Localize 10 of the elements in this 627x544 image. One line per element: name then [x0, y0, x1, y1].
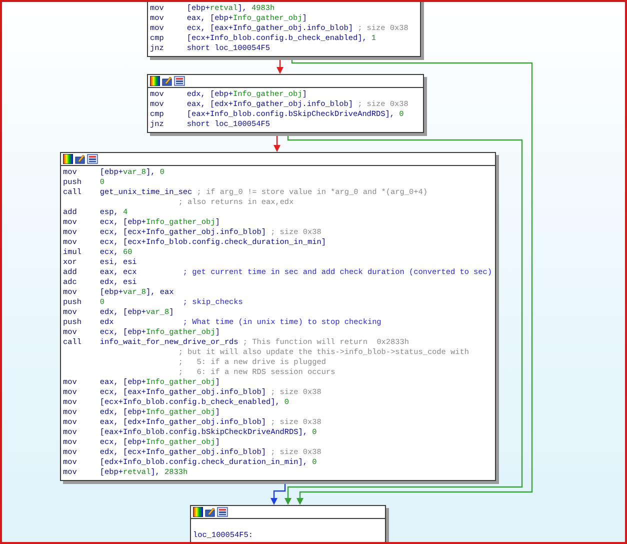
graph-view-icon[interactable]	[87, 154, 98, 164]
pencil-chart-icon[interactable]	[162, 76, 172, 86]
graph-view-icon[interactable]	[217, 507, 228, 517]
color-gradient-icon[interactable]	[193, 507, 203, 517]
pencil-chart-icon[interactable]	[75, 154, 85, 164]
flow-arrow	[276, 57, 284, 74]
color-gradient-icon[interactable]	[63, 154, 73, 164]
graph-view-icon[interactable]	[174, 76, 185, 86]
color-gradient-icon[interactable]	[150, 76, 160, 86]
pencil-chart-icon[interactable]	[205, 507, 215, 517]
